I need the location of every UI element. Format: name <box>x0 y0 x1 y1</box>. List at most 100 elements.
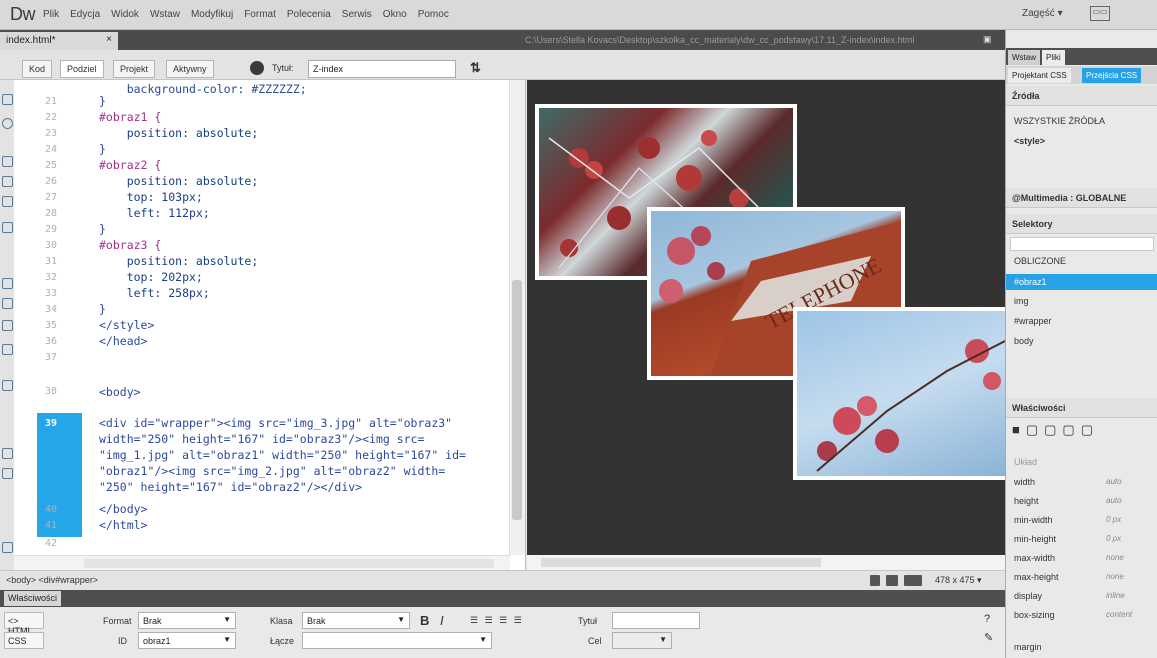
open-documents-icon[interactable] <box>2 94 13 105</box>
code-line-27: top: 103px; <box>99 190 203 204</box>
help-icon[interactable]: ? <box>984 613 990 625</box>
menu-modyfikuj[interactable]: Modyfikuj <box>191 9 233 20</box>
prop-value[interactable]: auto <box>1106 496 1122 505</box>
menu-widok[interactable]: Widok <box>111 9 139 20</box>
indent-code-icon[interactable] <box>2 448 13 459</box>
id-value: obraz1 <box>143 636 171 646</box>
globe-icon[interactable] <box>250 61 264 75</box>
image-obraz2[interactable] <box>793 307 1005 480</box>
menu-polecenia[interactable]: Polecenia <box>287 9 331 20</box>
title-prop-input[interactable] <box>612 612 700 629</box>
menu-plik[interactable]: Plik <box>43 9 59 20</box>
prop-value[interactable]: 0 px <box>1106 534 1121 543</box>
menu-pomoc[interactable]: Pomoc <box>418 9 449 20</box>
properties-tab[interactable]: Właściwości <box>4 591 62 606</box>
tab-css-transitions[interactable]: Przejścia CSS <box>1082 68 1142 83</box>
live-view-button[interactable]: Aktywny <box>166 60 214 78</box>
prop-name: max-width <box>1014 553 1056 563</box>
selector-wrapper[interactable]: #wrapper <box>1014 316 1052 326</box>
menu-bar: Dw Plik Edycja Widok Wstaw Modyfikuj For… <box>0 0 1157 30</box>
tab-css-designer[interactable]: Projektant CSS <box>1008 68 1071 83</box>
list-buttons[interactable]: ☰ ☰ ☰ ☰ <box>470 615 524 626</box>
design-view-button[interactable]: Projekt <box>113 60 156 78</box>
prop-value[interactable]: inline <box>1106 591 1125 600</box>
auto-indent-icon[interactable] <box>2 344 13 355</box>
selector-body[interactable]: body <box>1014 336 1034 346</box>
asterisk-icon[interactable] <box>2 118 13 129</box>
tablet-size-icon[interactable] <box>886 575 898 586</box>
select-parent-icon[interactable] <box>2 222 13 233</box>
format-select[interactable]: Brak ▼ <box>138 612 236 629</box>
link-input[interactable]: ▼ <box>302 632 492 649</box>
line-number: 41 <box>45 520 58 531</box>
menu-okno[interactable]: Okno <box>383 9 407 20</box>
prop-value[interactable]: content <box>1106 610 1132 619</box>
quick-tag-editor-icon[interactable]: ✎ <box>984 631 993 644</box>
code-editor[interactable]: background-color: #ZZZZZZ; 21 } 22 #obra… <box>14 80 526 570</box>
code-line-32: top: 202px; <box>99 270 203 284</box>
mobile-size-icon[interactable] <box>870 575 880 586</box>
title-input[interactable]: Z-index <box>308 60 456 78</box>
class-select[interactable]: Brak ▼ <box>302 612 410 629</box>
selector-selected[interactable]: #obraz1 <box>1006 274 1157 290</box>
menu-serwis[interactable]: Serwis <box>342 9 372 20</box>
scroll-thumb[interactable] <box>512 280 522 520</box>
prop-value[interactable]: none <box>1106 553 1124 562</box>
target-select[interactable]: ▼ <box>612 632 672 649</box>
menu-format[interactable]: Format <box>244 9 276 20</box>
flowers-photo <box>816 339 1005 472</box>
workspace-switcher[interactable]: Zagęść ▾ <box>1022 8 1063 19</box>
format-source-icon[interactable] <box>2 542 13 553</box>
code-line-39b: width="250" height="167" id="obraz3"/><i… <box>99 432 425 446</box>
collapse-tag-icon[interactable] <box>2 156 13 167</box>
folder-icon[interactable]: ▣ <box>983 34 995 44</box>
sort-icon[interactable]: ⇅ <box>470 60 481 76</box>
syntax-coloring-icon[interactable] <box>2 320 13 331</box>
selector-filter-input[interactable] <box>1010 237 1154 251</box>
bold-button[interactable]: B <box>420 613 429 628</box>
close-icon[interactable]: × <box>106 34 112 45</box>
outdent-code-icon[interactable] <box>2 468 13 479</box>
css-tabs: Projektant CSS Przejścia CSS <box>1006 66 1157 84</box>
property-category-icons[interactable]: ■▢▢▢▢ <box>1012 422 1099 438</box>
layout-icon[interactable]: ▭▭ <box>1090 6 1110 21</box>
design-horizontal-scrollbar[interactable] <box>527 555 1005 570</box>
id-select[interactable]: obraz1 ▼ <box>138 632 236 649</box>
prop-value[interactable]: none <box>1106 572 1124 581</box>
properties-header: Właściwości <box>1006 398 1157 418</box>
selector-img[interactable]: img <box>1014 296 1029 306</box>
scroll-thumb[interactable] <box>541 558 821 567</box>
source-style[interactable]: <style> <box>1014 136 1045 146</box>
design-view[interactable]: TELEPHONE <box>527 80 1005 570</box>
chevron-down-icon: ▼ <box>223 615 231 624</box>
expand-all-icon[interactable] <box>2 196 13 207</box>
code-view-button[interactable]: Kod <box>22 60 53 78</box>
source-all[interactable]: WSZYSTKIE ŹRÓDŁA <box>1014 116 1105 126</box>
html-mode-button[interactable]: <> HTML <box>4 612 44 636</box>
tab-wstaw[interactable]: Wstaw <box>1008 50 1040 65</box>
code-horizontal-scrollbar[interactable] <box>14 555 510 570</box>
tag-selector[interactable]: <body> <div#wrapper> <box>6 575 98 585</box>
highlight-invalid-icon[interactable] <box>2 298 13 309</box>
split-view-button[interactable]: Podziel <box>60 60 104 78</box>
css-mode-button[interactable]: CSS <box>4 632 44 649</box>
scroll-thumb[interactable] <box>84 559 494 568</box>
prop-value[interactable]: 0 px <box>1106 515 1121 524</box>
chevron-down-icon: ▼ <box>223 635 231 644</box>
line-number: 22 <box>45 112 58 123</box>
prop-value[interactable]: auto <box>1106 477 1122 486</box>
italic-button[interactable]: I <box>440 613 444 628</box>
desktop-size-icon[interactable] <box>904 575 922 586</box>
window-size-dropdown[interactable]: 478 x 475 ▾ <box>935 575 982 586</box>
document-tab-bar: index.html* × C:\Users\Stella Kovacs\Des… <box>0 30 1005 50</box>
document-tab[interactable]: index.html* × <box>0 32 118 50</box>
menu-edycja[interactable]: Edycja <box>70 9 100 20</box>
collapse-selection-icon[interactable] <box>2 176 13 187</box>
coding-toolbar <box>0 80 14 570</box>
selector-computed[interactable]: OBLICZONE <box>1014 256 1066 266</box>
line-numbers-icon[interactable] <box>2 278 13 289</box>
apply-comment-icon[interactable] <box>2 380 13 391</box>
menu-wstaw[interactable]: Wstaw <box>150 9 180 20</box>
code-vertical-scrollbar[interactable] <box>509 80 525 555</box>
tab-pliki[interactable]: Pliki <box>1042 50 1065 65</box>
